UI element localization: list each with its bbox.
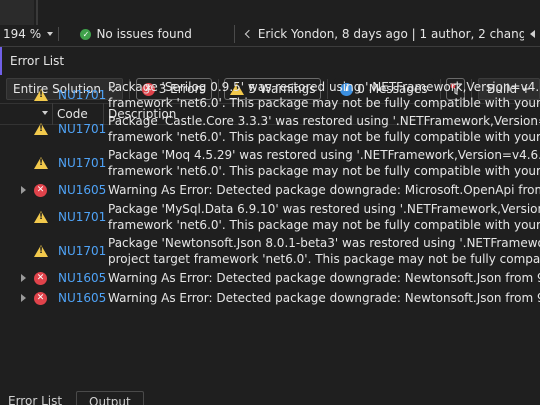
tab-output[interactable]: Output	[76, 391, 144, 405]
zoom-selector[interactable]: 194 %	[0, 27, 58, 41]
table-row[interactable]: ✕ NU1605 Warning As Error: Detected packag…	[0, 268, 540, 288]
row-description: Warning As Error: Detected package downg…	[108, 290, 540, 306]
expand-arrow-icon[interactable]	[21, 294, 26, 302]
description-line: framework 'net6.0'. This package may not…	[108, 130, 540, 144]
row-description: Package 'MySql.Data 6.9.10' was restored…	[108, 201, 540, 233]
description-line: framework 'net6.0'. This package may not…	[108, 218, 540, 232]
table-row[interactable]: ✕ NU1605 Warning As Error: Detected packag…	[0, 180, 540, 200]
description-line: framework 'net6.0'. This package may not…	[108, 164, 540, 178]
row-description: Package 'Moq 4.5.29' was restored using …	[108, 147, 540, 179]
error-code-link[interactable]: NU1701	[58, 244, 106, 258]
warning-icon	[34, 123, 48, 135]
warning-icon	[34, 211, 48, 223]
description-line: Package 'Castle.Core 3.3.3' was restored…	[108, 114, 540, 128]
bottom-tab-strip: Error List Output	[0, 391, 540, 405]
editor-strip	[0, 0, 540, 25]
scrollbar-divider	[36, 0, 38, 25]
warning-icon	[34, 89, 48, 101]
description-line: Package 'MySql.Data 6.9.10' was restored…	[108, 202, 540, 216]
warning-icon	[34, 157, 48, 169]
error-code-link[interactable]: NU1701	[58, 210, 106, 224]
table-row[interactable]: NU1701Package 'Castle.Core 3.3.3' was re…	[0, 112, 540, 146]
description-line: Package 'Newtonsoft.Json 8.0.1-beta3' wa…	[108, 236, 540, 250]
issues-text: No issues found	[96, 27, 192, 41]
warning-icon	[34, 245, 48, 257]
horizontal-scrollbar[interactable]	[0, 0, 34, 25]
table-row[interactable]: NU1701Package 'Serilog 0.9.5' was restor…	[0, 78, 540, 112]
chevron-down-icon	[47, 32, 54, 36]
row-description: Package 'Castle.Core 3.3.3' was restored…	[108, 113, 540, 145]
issues-indicator[interactable]: ✓ No issues found	[58, 27, 233, 41]
error-code-link[interactable]: NU1605	[58, 183, 106, 197]
error-list-rows: NU1701Package 'Serilog 0.9.5' was restor…	[0, 78, 540, 308]
row-description: Warning As Error: Detected package downg…	[108, 270, 540, 286]
panel-title: Error List	[0, 47, 540, 75]
expand-arrow-icon[interactable]	[21, 274, 26, 282]
error-icon: ✕	[34, 183, 47, 197]
description-line: Package 'Serilog 0.9.5' was restored usi…	[108, 80, 540, 94]
row-description: Package 'Serilog 0.9.5' was restored usi…	[108, 79, 540, 111]
expand-arrow-icon[interactable]	[21, 186, 26, 194]
git-blame-info[interactable]: Erick Yondon, 8 days ago | 1 author, 2 c…	[233, 25, 540, 43]
zoom-level: 194 %	[3, 27, 42, 41]
description-line: Warning As Error: Detected package downg…	[108, 271, 540, 285]
error-code-link[interactable]: NU1701	[58, 156, 106, 170]
description-line: project target framework 'net6.0'. This …	[108, 252, 540, 266]
table-row[interactable]: NU1701Package 'MySql.Data 6.9.10' was re…	[0, 200, 540, 234]
description-line: Warning As Error: Detected package downg…	[108, 183, 540, 197]
error-code-link[interactable]: NU1605	[58, 291, 106, 305]
table-row[interactable]: NU1701Package 'Newtonsoft.Json 8.0.1-bet…	[0, 234, 540, 268]
description-line: Warning As Error: Detected package downg…	[108, 291, 540, 305]
description-line: framework 'net6.0'. This package may not…	[108, 96, 540, 110]
blame-text: Erick Yondon, 8 days ago | 1 author, 2 c…	[257, 27, 540, 41]
error-code-link[interactable]: NU1701	[58, 122, 106, 136]
triangle-left-icon	[529, 30, 535, 38]
check-circle-icon: ✓	[80, 28, 92, 40]
description-line: Package 'Moq 4.5.29' was restored using …	[108, 148, 540, 162]
chevron-left-icon	[244, 29, 254, 39]
error-code-link[interactable]: NU1605	[58, 271, 106, 285]
table-row[interactable]: NU1701Package 'Moq 4.5.29' was restored …	[0, 146, 540, 180]
table-row[interactable]: ✕ NU1605 Warning As Error: Detected packag…	[0, 288, 540, 308]
blame-nav-button[interactable]	[524, 25, 540, 43]
row-description: Package 'Newtonsoft.Json 8.0.1-beta3' wa…	[108, 235, 540, 267]
editor-status-bar: 194 % ✓ No issues found Erick Yondon, 8 …	[0, 25, 540, 43]
error-icon: ✕	[34, 271, 47, 285]
error-code-link[interactable]: NU1701	[58, 88, 106, 102]
tab-error-list[interactable]: Error List	[0, 391, 70, 405]
error-icon: ✕	[34, 291, 47, 305]
row-description: Warning As Error: Detected package downg…	[108, 182, 540, 198]
